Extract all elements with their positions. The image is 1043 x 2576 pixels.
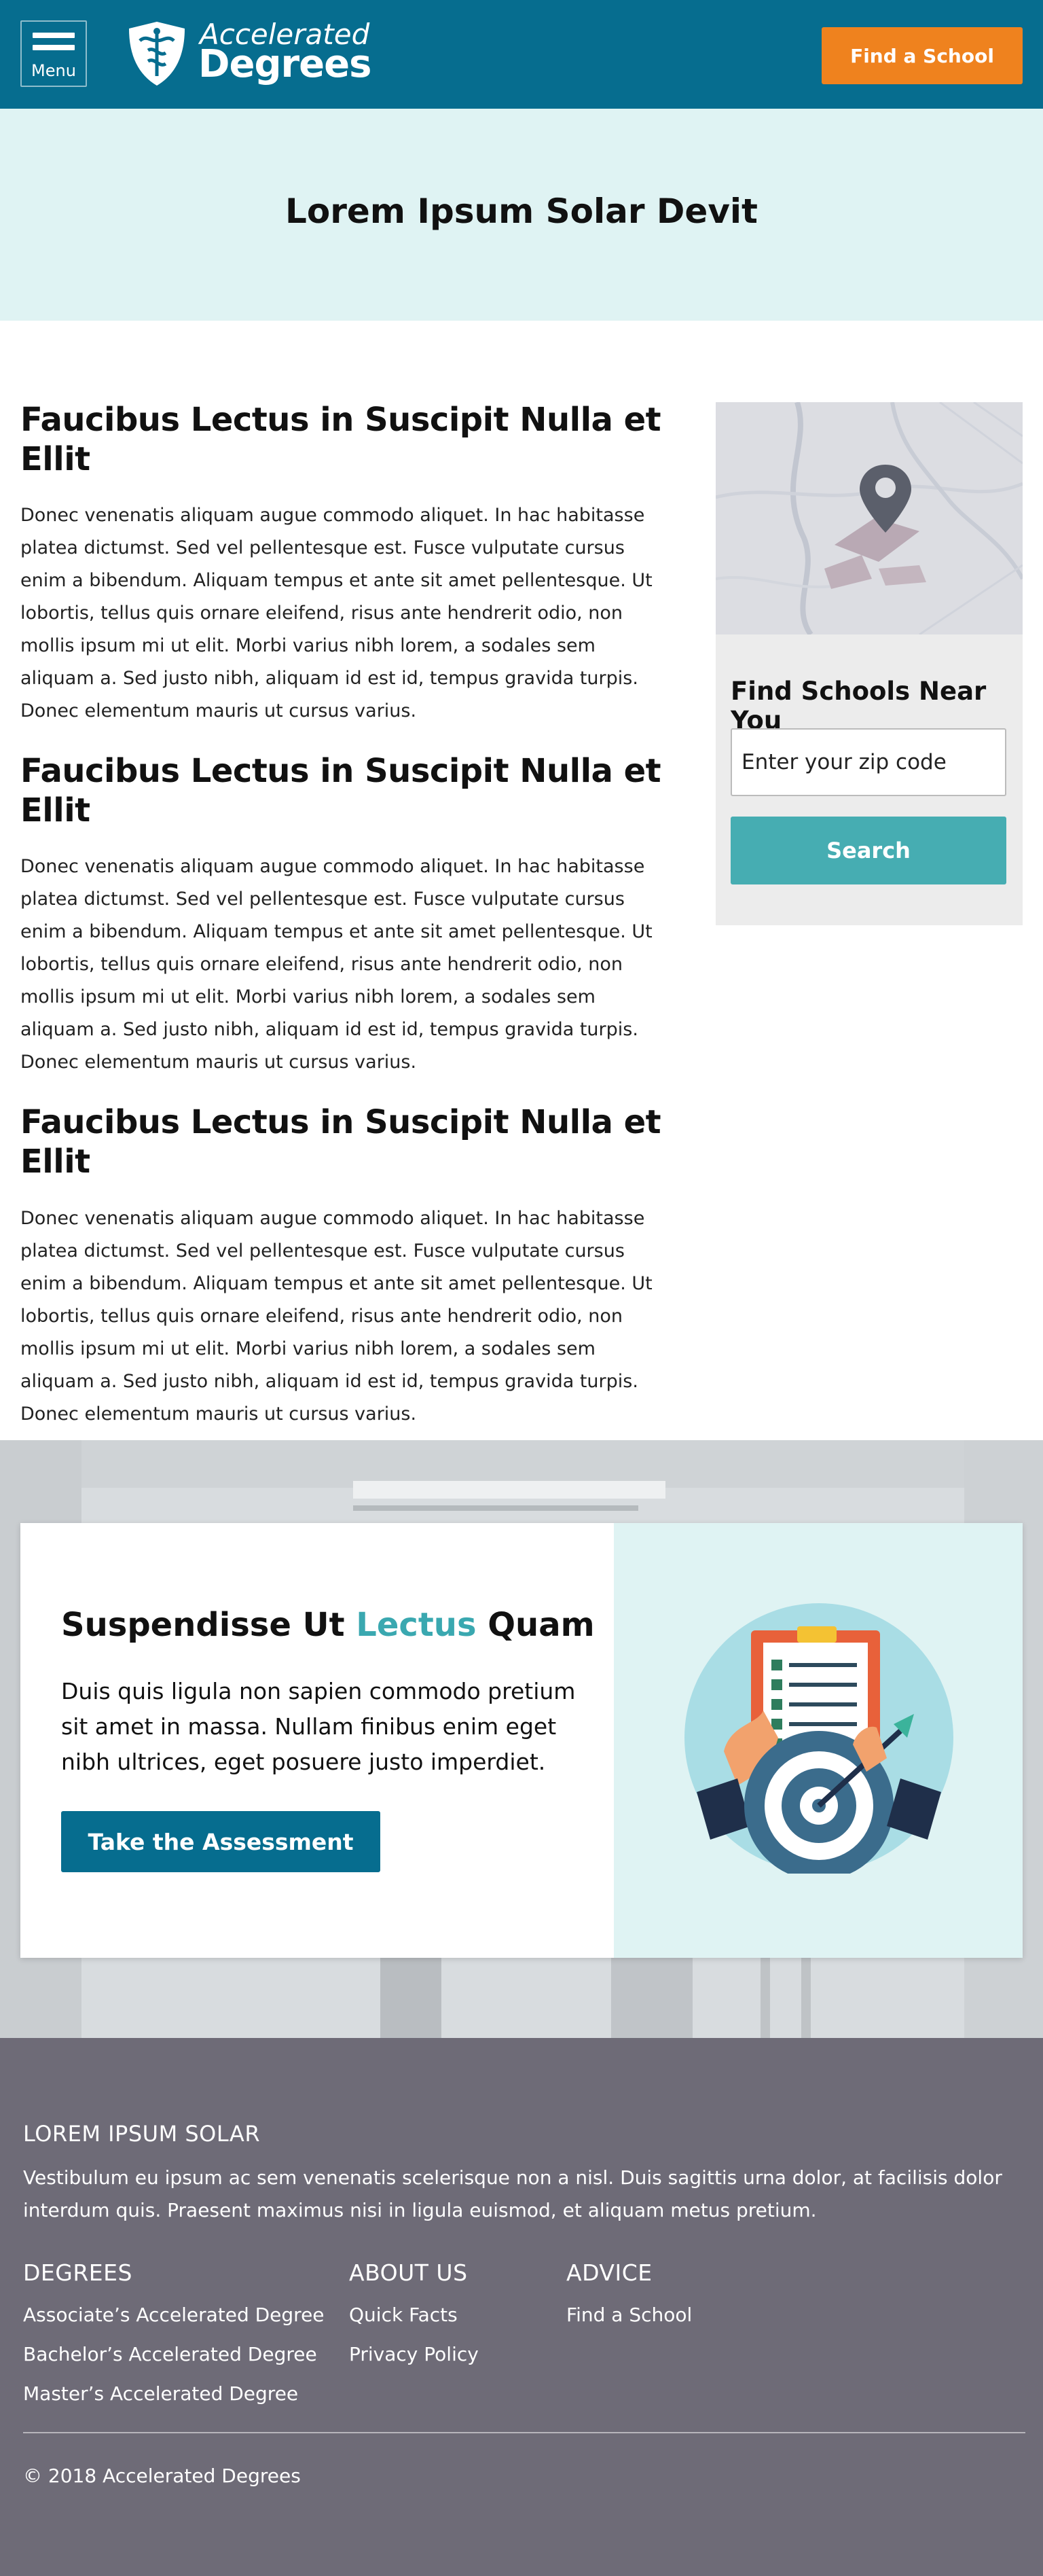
menu-label: Menu: [31, 61, 76, 80]
footer-column-degrees: DEGREES Associate’s Accelerated Degree B…: [23, 2259, 325, 2422]
menu-button[interactable]: Menu: [20, 20, 87, 87]
site-footer: LOREM IPSUM SOLAR Vestibulum eu ipsum ac…: [0, 2038, 1043, 2576]
footer-link-associates[interactable]: Associate’s Accelerated Degree: [23, 2304, 325, 2327]
hamburger-icon: [33, 33, 75, 57]
footer-link-quick-facts[interactable]: Quick Facts: [349, 2304, 479, 2327]
footer-link-find-a-school[interactable]: Find a School: [566, 2304, 692, 2327]
find-schools-widget: Find Schools Near You Search: [716, 402, 1023, 925]
search-button[interactable]: Search: [731, 817, 1006, 884]
promo-text: Duis quis ligula non sapien commodo pret…: [61, 1678, 576, 1775]
site-logo[interactable]: Accelerated Degrees: [126, 18, 371, 90]
take-assessment-button[interactable]: Take the Assessment: [61, 1811, 380, 1872]
section-body: Donec venenatis aliquam augue commodo al…: [20, 1207, 653, 1425]
find-a-school-button[interactable]: Find a School: [822, 27, 1023, 84]
map-image: [716, 402, 1023, 634]
caduceus-shield-icon: [129, 22, 185, 86]
section-heading: Faucibus Lectus in Suscipit Nulla et Ell…: [20, 401, 661, 478]
logo-line-2: Degrees: [198, 42, 371, 86]
article-content: Faucibus Lectus in Suscipit Nulla et Ell…: [20, 401, 672, 1455]
footer-about-text: Vestibulum eu ipsum ac sem venenatis sce…: [23, 2166, 1002, 2221]
hero-banner: Lorem Ipsum Solar Devit: [0, 109, 1043, 321]
checklist-target-icon: [684, 1603, 953, 1874]
article-section: Faucibus Lectus in Suscipit Nulla et Ell…: [20, 1103, 672, 1430]
article-section: Faucibus Lectus in Suscipit Nulla et Ell…: [20, 752, 672, 1079]
footer-link-masters[interactable]: Master’s Accelerated Degree: [23, 2382, 325, 2405]
footer-brand: LOREM IPSUM SOLAR: [23, 2121, 261, 2147]
footer-column-heading: ADVICE: [566, 2259, 653, 2286]
section-heading: Faucibus Lectus in Suscipit Nulla et Ell…: [20, 752, 661, 829]
site-header: Menu Accelerated Degrees Find a School: [0, 0, 1043, 109]
widget-title: Find Schools Near You: [731, 677, 987, 735]
footer-link-bachelors[interactable]: Bachelor’s Accelerated Degree: [23, 2343, 325, 2366]
footer-link-privacy-policy[interactable]: Privacy Policy: [349, 2343, 479, 2366]
footer-column-heading: DEGREES: [23, 2259, 132, 2286]
copyright-text: © 2018 Accelerated Degrees: [23, 2465, 301, 2487]
footer-divider: [23, 2432, 1025, 2433]
promo-title: Suspendisse Ut Lectus Quam: [61, 1606, 595, 1644]
section-heading: Faucibus Lectus in Suscipit Nulla et Ell…: [20, 1103, 661, 1181]
footer-column-heading: ABOUT US: [349, 2259, 468, 2286]
article-section: Faucibus Lectus in Suscipit Nulla et Ell…: [20, 401, 672, 728]
page-title: Lorem Ipsum Solar Devit: [285, 192, 758, 231]
zip-code-input[interactable]: [731, 728, 1006, 796]
section-body: Donec venenatis aliquam augue commodo al…: [20, 505, 653, 722]
footer-column-advice: ADVICE Find a School: [566, 2259, 692, 2343]
footer-column-about: ABOUT US Quick Facts Privacy Policy: [349, 2259, 479, 2382]
section-body: Donec venenatis aliquam augue commodo al…: [20, 856, 653, 1073]
